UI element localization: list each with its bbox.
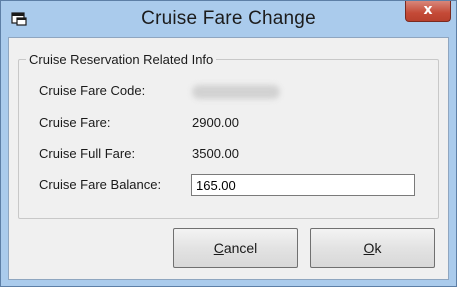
ok-mnemonic: O [363, 240, 375, 256]
full-fare-label: Cruise Full Fare: [39, 146, 136, 161]
fare-code-value-redacted [192, 85, 280, 99]
full-fare-value: 3500.00 [192, 146, 239, 161]
fare-balance-input[interactable] [191, 174, 415, 196]
cancel-mnemonic: C [213, 240, 224, 256]
window-title: Cruise Fare Change [141, 8, 316, 29]
close-icon: x [423, 2, 433, 18]
dialog-client-area: Cruise Reservation Related Info Cruise F… [8, 37, 449, 280]
cancel-label: ancel [223, 240, 258, 256]
ok-label: k [374, 240, 382, 256]
close-button[interactable]: x [405, 1, 451, 22]
ok-button[interactable]: Ok [310, 228, 435, 268]
group-legend: Cruise Reservation Related Info [26, 52, 217, 67]
fare-value: 2900.00 [192, 115, 239, 130]
fare-balance-label: Cruise Fare Balance: [39, 177, 162, 192]
fare-label: Cruise Fare: [39, 115, 111, 130]
title-bar[interactable]: Cruise Fare Change x [1, 1, 456, 37]
dialog-window: Cruise Fare Change x Cruise Reservation … [0, 0, 457, 287]
cancel-button[interactable]: Cancel [173, 228, 298, 268]
fare-code-label: Cruise Fare Code: [39, 83, 146, 98]
